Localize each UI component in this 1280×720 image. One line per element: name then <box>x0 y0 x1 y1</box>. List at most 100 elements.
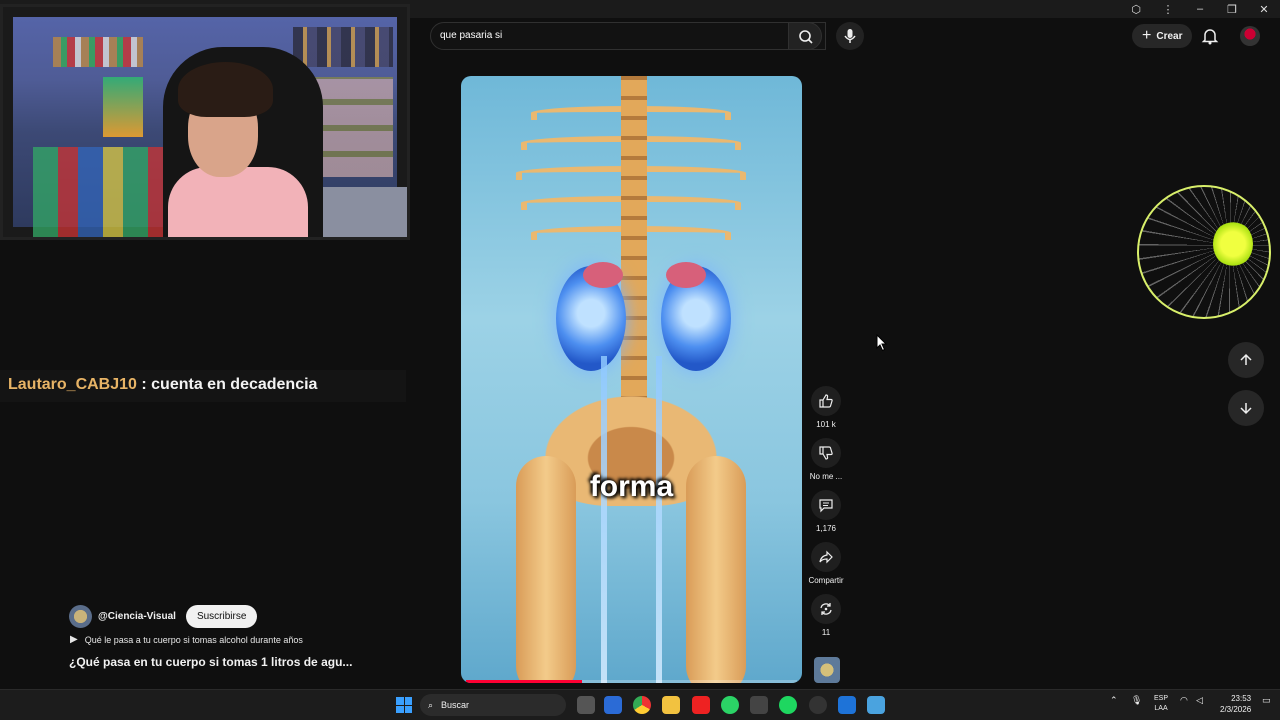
language-code: ESP <box>1154 695 1169 702</box>
share-button[interactable] <box>811 542 841 572</box>
play-icon: ▶ <box>70 634 78 645</box>
figure-shelf <box>293 27 393 67</box>
restore-icon[interactable]: ❐ <box>1216 3 1248 16</box>
region-code: LAA <box>1154 705 1168 712</box>
like-button[interactable] <box>811 386 841 416</box>
search-box[interactable]: que pasaria si ✕ <box>430 22 826 50</box>
whatsapp-icon[interactable] <box>721 696 739 714</box>
mic-tray-icon[interactable]: 🎙 <box>1131 695 1142 706</box>
overlay-burst-core <box>1213 221 1253 267</box>
system-clock[interactable]: 23:53 2/3/2026 <box>1220 693 1251 715</box>
windows-icon[interactable] <box>396 697 412 713</box>
next-short-button[interactable] <box>1228 390 1264 426</box>
youtube-app-icon[interactable] <box>692 696 710 714</box>
like-action: 101 k <box>804 386 848 438</box>
chrome-icon[interactable] <box>633 696 651 714</box>
spotify-icon[interactable] <box>779 696 797 714</box>
chat-separator: : <box>136 376 152 393</box>
share-icon <box>819 550 833 564</box>
volume-icon[interactable]: ◁ <box>1196 695 1203 706</box>
search-icon: ⌕ <box>428 700 434 710</box>
subscribe-button[interactable]: Suscribirse <box>185 605 258 628</box>
comment-icon <box>819 499 833 513</box>
task-view-icon[interactable] <box>577 696 595 714</box>
minimize-icon[interactable]: – <box>1184 3 1216 15</box>
toy-boxes <box>33 147 163 237</box>
bookcase <box>313 77 393 177</box>
like-icon <box>819 394 833 408</box>
toy-shelf <box>53 37 143 67</box>
left-ureter <box>601 356 607 683</box>
previous-short-button[interactable] <box>1228 342 1264 378</box>
left-adrenal <box>583 262 623 288</box>
channel-row: @Ciencia-Visual Suscribirse <box>69 605 258 628</box>
channel-avatar[interactable] <box>69 605 92 628</box>
wifi-icon[interactable]: ◠ <box>1180 695 1188 706</box>
video-progress-fill <box>466 680 582 683</box>
related-short-link[interactable]: ▶ Qué le pasa a tu cuerpo si tomas alcoh… <box>70 634 303 645</box>
streamer-hair <box>178 62 273 117</box>
mic-icon <box>844 29 856 43</box>
close-window-icon[interactable]: ✕ <box>1248 3 1280 16</box>
bell-icon[interactable] <box>1200 26 1220 46</box>
chat-message: Lautaro_CABJ10 : cuenta en decadencia <box>0 370 406 402</box>
dislike-icon <box>819 446 833 460</box>
window-controls: ⬡ ⋮ – ❐ ✕ <box>1120 0 1280 18</box>
obs-icon[interactable] <box>809 696 827 714</box>
share-label: Compartir <box>808 576 844 585</box>
store-icon[interactable] <box>604 696 622 714</box>
mouse-cursor-icon <box>876 334 888 352</box>
windows-taskbar: ⌕ Buscar ⌃ 🎙 ESP LAA ◠ ◁ 23:53 2/3/2026 … <box>0 689 1280 720</box>
bed <box>313 187 407 237</box>
chat-username: Lautaro_CABJ10 <box>8 376 137 393</box>
file-explorer-icon[interactable] <box>662 696 680 714</box>
like-count: 101 k <box>816 420 836 429</box>
webcam-overlay <box>0 4 410 240</box>
arrow-up-icon <box>1240 353 1252 365</box>
comments-action: 1,176 <box>804 490 848 542</box>
voice-search-button[interactable] <box>836 22 864 50</box>
create-button[interactable]: + Crear <box>1132 24 1193 48</box>
comments-count: 1,176 <box>815 524 837 533</box>
app-icon-blue[interactable] <box>838 696 856 714</box>
related-short-title: Qué le pasa a tu cuerpo si tomas alcohol… <box>84 634 303 645</box>
taskbar-search[interactable]: ⌕ Buscar <box>420 694 566 716</box>
chevron-up-icon[interactable]: ⌃ <box>1110 695 1118 706</box>
remix-icon <box>820 603 832 615</box>
search-button[interactable] <box>788 22 822 50</box>
short-title[interactable]: ¿Qué pasa en tu cuerpo si tomas 1 litros… <box>69 655 352 669</box>
remix-action: 11 <box>804 594 848 646</box>
account-avatar[interactable] <box>1240 26 1260 46</box>
search-icon <box>799 30 813 44</box>
short-video-player[interactable]: forma <box>461 76 802 683</box>
search-input[interactable]: que pasaria si <box>440 30 502 41</box>
dislike-action: No me ... <box>804 438 848 490</box>
extensions-icon[interactable]: ⬡ <box>1120 3 1152 16</box>
arrow-down-icon <box>1240 403 1252 415</box>
taskbar-search-placeholder: Buscar <box>441 700 470 710</box>
comments-button[interactable] <box>811 490 841 520</box>
clock-time: 23:53 <box>1231 694 1252 703</box>
dislike-button[interactable] <box>811 438 841 468</box>
clock-date: 2/3/2026 <box>1220 705 1252 714</box>
right-ureter <box>656 356 662 683</box>
dislike-label: No me ... <box>809 472 843 481</box>
notification-icon[interactable]: ▭ <box>1262 695 1271 706</box>
poster-image <box>103 77 143 137</box>
remix-button[interactable] <box>811 594 841 624</box>
language-indicator[interactable]: ESP LAA <box>1154 694 1168 714</box>
channel-handle[interactable]: @Ciencia-Visual <box>98 611 176 622</box>
app-icon[interactable] <box>750 696 768 714</box>
chat-text: cuenta en decadencia <box>151 376 318 393</box>
short-actions: 101 k No me ... 1,176 Compartir 11 <box>804 386 848 646</box>
webcam-background <box>13 17 407 237</box>
notepad-icon[interactable] <box>867 696 885 714</box>
sound-thumbnail[interactable] <box>814 657 840 683</box>
video-caption: forma <box>589 470 674 503</box>
video-progress-bar[interactable] <box>466 680 797 683</box>
more-icon[interactable]: ⋮ <box>1152 3 1184 16</box>
plus-icon: + <box>1142 27 1152 44</box>
streamer-shirt <box>168 167 308 237</box>
right-adrenal <box>666 262 706 288</box>
remix-count: 11 <box>821 628 831 637</box>
